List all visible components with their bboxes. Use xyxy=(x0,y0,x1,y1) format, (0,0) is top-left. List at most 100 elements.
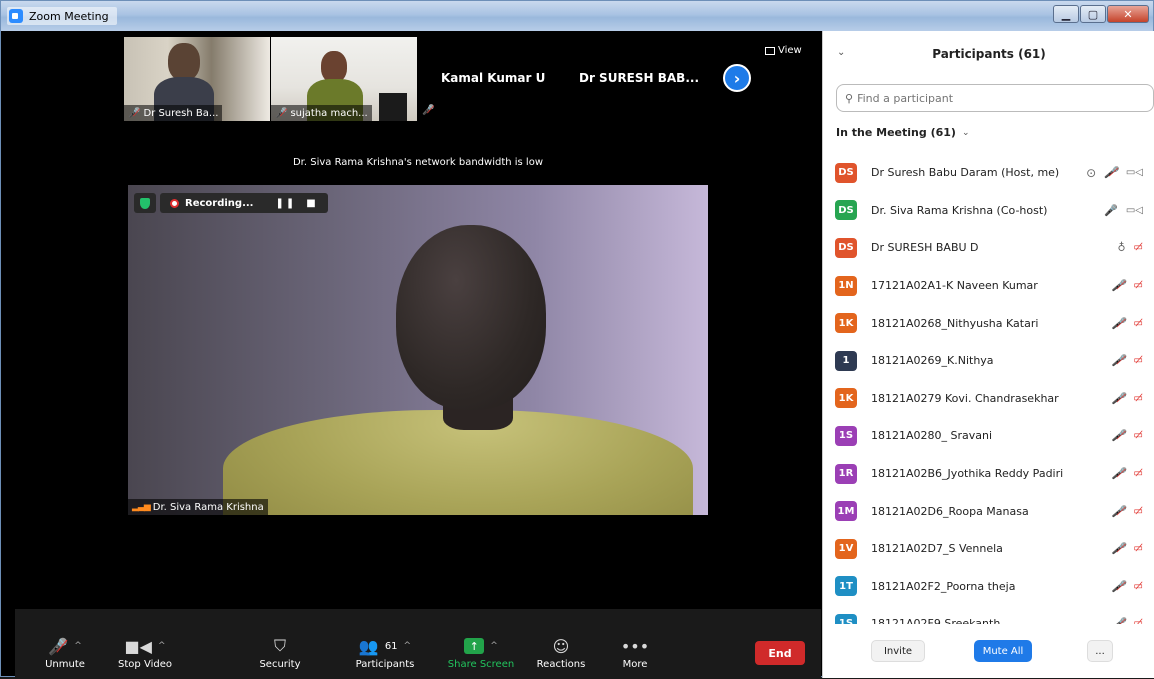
mic-muted-icon: 🎤̸ xyxy=(1111,316,1126,330)
avatar: 1 xyxy=(835,350,857,371)
mic-muted-icon: 🎤̸ xyxy=(1111,504,1126,518)
participant-row[interactable]: DS Dr Suresh Babu Daram (Host, me) ⊙ 🎤̸ ▭◁ xyxy=(823,154,1154,192)
video-on-icon: ▭◁ xyxy=(1125,204,1143,216)
participant-name-tile[interactable]: Dr SURESH BAB... xyxy=(579,71,699,85)
participant-status: ♁ ▭̸ xyxy=(1117,241,1143,254)
thumbnail-video[interactable]: 🎤̸ Dr Suresh Ba... xyxy=(124,37,270,121)
reactions-label: Reactions xyxy=(536,659,586,670)
panel-more-button[interactable]: ... xyxy=(1087,640,1113,662)
caret-up-icon[interactable]: ^ xyxy=(490,641,498,651)
mic-muted-icon: 🎤̸ xyxy=(1111,354,1126,368)
video-off-icon: ▭̸ xyxy=(1133,505,1143,517)
zoom-window: Zoom Meeting ▁ ▢ ✕ 🎤̸ Dr Suresh Ba... 🎤̸… xyxy=(0,0,1154,679)
video-off-icon: ▭̸ xyxy=(1133,580,1143,592)
title-bar: Zoom Meeting ▁ ▢ ✕ xyxy=(1,1,1153,31)
participant-row[interactable]: 1 18121A0269_K.Nithya 🎤̸ ▭̸ xyxy=(823,342,1154,380)
participant-row[interactable]: 1S 18121A02F9 Sreekanth 🎤̸ ▭̸ xyxy=(823,605,1154,624)
participant-row[interactable]: DS Dr. Siva Rama Krishna (Co-host) 🎤 ▭◁ xyxy=(823,192,1154,230)
reactions-button[interactable]: ☺ Reactions xyxy=(533,635,589,679)
view-button[interactable]: View xyxy=(765,45,802,56)
participant-status: 🎤̸ ▭̸ xyxy=(1112,580,1143,593)
share-screen-button[interactable]: ↑ ^ Share Screen xyxy=(445,635,517,679)
video-off-icon: ▭̸ xyxy=(1133,355,1143,367)
participant-status: 🎤̸ ▭̸ xyxy=(1112,317,1143,330)
participant-row[interactable]: 1N 17121A02A1-K Naveen Kumar 🎤̸ ▭̸ xyxy=(823,267,1154,305)
avatar: 1R xyxy=(835,463,857,484)
participant-row[interactable]: 1K 18121A0268_Nithyusha Katari 🎤̸ ▭̸ xyxy=(823,304,1154,342)
video-off-icon: ▭̸ xyxy=(1133,242,1143,254)
participant-status: 🎤̸ ▭̸ xyxy=(1112,354,1143,367)
participant-row[interactable]: 1S 18121A0280_ Sravani 🎤̸ ▭̸ xyxy=(823,417,1154,455)
participant-status: 🎤̸ ▭̸ xyxy=(1112,542,1143,555)
close-window-button[interactable]: ✕ xyxy=(1107,5,1149,23)
in-meeting-header[interactable]: In the Meeting (61) ⌄ xyxy=(836,126,969,139)
participant-name: 18121A0280_ Sravani xyxy=(871,429,993,443)
recording-label: Recording... xyxy=(185,197,254,209)
active-speaker-video[interactable]: Recording... ❚❚ ■ ▂▃▅ Dr. Siva Rama Kris… xyxy=(128,185,708,515)
participants-panel: ⌄ Participants (61) ⚲ In the Meeting (61… xyxy=(822,31,1154,678)
stop-recording-button[interactable]: ■ xyxy=(306,198,317,209)
participant-status: 🎤̸ ▭̸ xyxy=(1112,617,1143,624)
stop-video-button[interactable]: ■◀ ^ Stop Video xyxy=(115,635,175,679)
thumbnail-video[interactable]: 🎤̸ sujatha mach... xyxy=(271,37,417,121)
security-shield-icon[interactable] xyxy=(134,193,156,213)
participants-button[interactable]: 👥 61 ^ Participants xyxy=(345,635,425,679)
mic-muted-icon: 🎤̸ xyxy=(1111,429,1126,443)
recording-indicator: Recording... ❚❚ ■ xyxy=(160,193,328,213)
participant-name: 17121A02A1-K Naveen Kumar xyxy=(871,279,1038,293)
participant-row[interactable]: 1R 18121A02B6_Jyothika Reddy Padiri 🎤̸ ▭̸ xyxy=(823,455,1154,493)
video-on-icon: ▭◁ xyxy=(1125,167,1143,179)
video-off-icon: ▭̸ xyxy=(1133,430,1143,442)
chevron-down-icon[interactable]: ⌄ xyxy=(837,47,845,58)
people-icon: 👥 xyxy=(358,636,379,656)
thumbnail-label: 🎤̸ Dr Suresh Ba... xyxy=(124,105,223,121)
thumbnail-name: sujatha mach... xyxy=(290,107,368,119)
caret-up-icon[interactable]: ^ xyxy=(158,641,166,651)
video-camera-icon: ■◀ xyxy=(124,636,152,656)
mute-all-button[interactable]: Mute All xyxy=(974,640,1032,662)
minimize-button[interactable]: ▁ xyxy=(1053,5,1079,23)
mic-muted-icon: 🎤̸ xyxy=(1111,542,1126,556)
mic-on-icon: 🎤 xyxy=(1104,203,1118,217)
next-page-button[interactable]: › xyxy=(723,64,751,92)
participant-row[interactable]: DS Dr SURESH BABU D ♁ ▭̸ xyxy=(823,229,1154,267)
avatar: 1S xyxy=(835,613,857,624)
caret-up-icon[interactable]: ^ xyxy=(74,641,82,651)
window-title: Zoom Meeting xyxy=(7,7,117,25)
participant-name: 18121A0269_K.Nithya xyxy=(871,354,994,368)
mic-muted-icon: 🎤̸ xyxy=(422,105,435,116)
participant-row[interactable]: 1T 18121A02F2_Poorna theja 🎤̸ ▭̸ xyxy=(823,568,1154,606)
chevron-right-icon: › xyxy=(733,68,741,88)
participant-row[interactable]: 1V 18121A02D7_S Vennela 🎤̸ ▭̸ xyxy=(823,530,1154,568)
participant-row[interactable]: 1K 18121A0279 Kovi. Chandrasekhar 🎤̸ ▭̸ xyxy=(823,380,1154,418)
participant-search-input[interactable] xyxy=(857,91,1145,105)
participant-name-tile[interactable]: Kamal Kumar U xyxy=(441,71,545,85)
invite-button[interactable]: Invite xyxy=(871,640,925,662)
participant-name: 18121A0279 Kovi. Chandrasekhar xyxy=(871,391,1059,405)
participant-search[interactable]: ⚲ xyxy=(836,84,1154,112)
avatar: DS xyxy=(835,237,857,258)
participant-status: 🎤̸ ▭̸ xyxy=(1112,429,1143,442)
thumbnail-name: Dr Suresh Ba... xyxy=(143,107,219,119)
pause-recording-button[interactable]: ❚❚ xyxy=(275,198,296,209)
participant-name: 18121A0268_Nithyusha Katari xyxy=(871,316,1039,330)
participant-row[interactable]: 1M 18121A02D6_Roopa Manasa 🎤̸ ▭̸ xyxy=(823,492,1154,530)
thumbnail-strip: 🎤̸ Dr Suresh Ba... 🎤̸ sujatha mach... 🎤̸… xyxy=(15,31,821,123)
caret-up-icon[interactable]: ^ xyxy=(404,641,412,651)
panel-header: ⌄ Participants (61) xyxy=(823,31,1154,77)
participant-name: 18121A02D6_Roopa Manasa xyxy=(871,504,1029,518)
unmute-button[interactable]: 🎤̸ ^ Unmute xyxy=(35,635,95,679)
panel-footer: Invite Mute All ... xyxy=(823,636,1154,664)
more-button[interactable]: ••• More xyxy=(615,635,655,679)
participant-name: Dr Suresh Babu Daram (Host, me) xyxy=(871,166,1060,180)
mic-muted-icon: 🎤̸ xyxy=(1111,467,1126,481)
avatar: 1V xyxy=(835,538,857,559)
maximize-button[interactable]: ▢ xyxy=(1080,5,1106,23)
participant-status: 🎤 ▭◁ xyxy=(1104,204,1143,217)
participants-label: Participants xyxy=(355,659,415,670)
video-off-icon: ▭̸ xyxy=(1133,392,1143,404)
security-button[interactable]: ⛉ Security xyxy=(255,635,305,679)
video-area: 🎤̸ Dr Suresh Ba... 🎤̸ sujatha mach... 🎤̸… xyxy=(15,31,821,679)
video-off-icon: ▭̸ xyxy=(1133,317,1143,329)
end-meeting-button[interactable]: End xyxy=(755,641,805,665)
